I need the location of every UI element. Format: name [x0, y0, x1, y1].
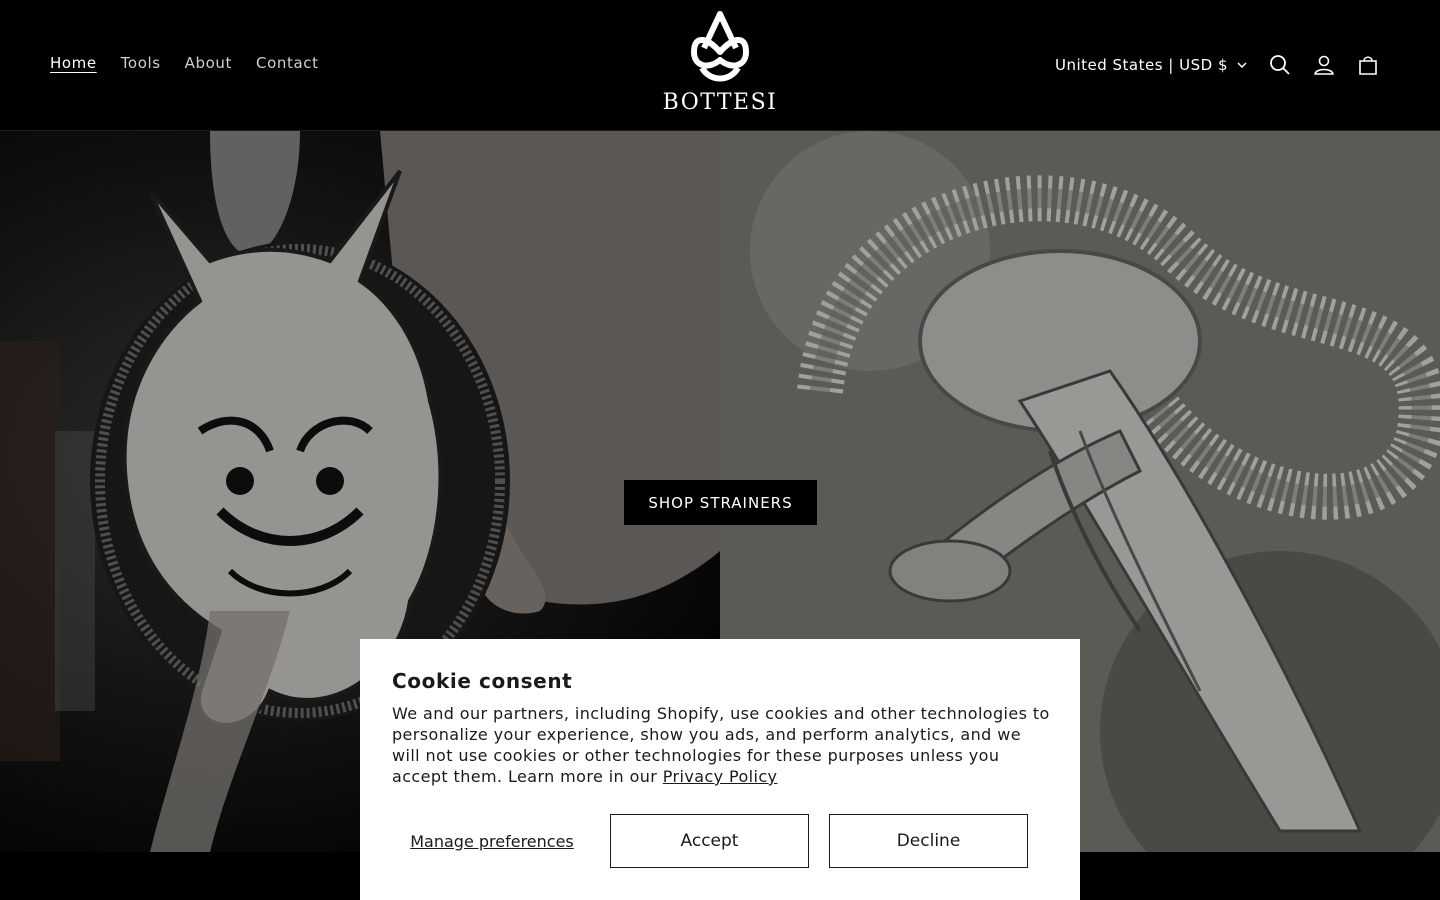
cookie-title: Cookie consent: [392, 669, 573, 693]
cookie-body: We and our partners, including Shopify, …: [392, 703, 1052, 787]
search-icon: [1270, 55, 1290, 75]
nav-tools[interactable]: Tools: [109, 50, 173, 76]
manage-preferences-button[interactable]: Manage preferences: [392, 832, 592, 851]
decline-button[interactable]: Decline: [829, 814, 1028, 868]
search-button[interactable]: [1258, 44, 1302, 86]
account-button[interactable]: [1302, 44, 1346, 86]
main-nav: Home Tools About Contact: [38, 50, 331, 76]
accept-button[interactable]: Accept: [610, 814, 809, 868]
country-selector-label: United States | USD $: [1054, 56, 1228, 74]
chevron-down-icon: [1237, 62, 1247, 69]
logo-text: BOTTESI: [662, 90, 778, 115]
logo-mark-icon: [691, 11, 749, 82]
cookie-consent-dialog: Cookie consent We and our partners, incl…: [360, 639, 1080, 900]
privacy-policy-link[interactable]: Privacy Policy: [663, 767, 778, 786]
cart-icon: [1359, 56, 1377, 75]
brand-logo[interactable]: BOTTESI: [650, 8, 790, 124]
nav-about[interactable]: About: [173, 50, 244, 76]
country-selector[interactable]: United States | USD $: [1045, 56, 1258, 74]
cart-button[interactable]: [1346, 44, 1390, 86]
cookie-actions: Manage preferences Accept Decline: [392, 814, 1048, 868]
header-tools: United States | USD $: [1045, 44, 1390, 86]
nav-contact[interactable]: Contact: [244, 50, 331, 76]
site-header: Home Tools About Contact BOTTESI United …: [0, 0, 1440, 131]
nav-home[interactable]: Home: [38, 50, 109, 76]
account-icon: [1314, 55, 1334, 75]
shop-strainers-button[interactable]: SHOP STRAINERS: [624, 480, 817, 525]
